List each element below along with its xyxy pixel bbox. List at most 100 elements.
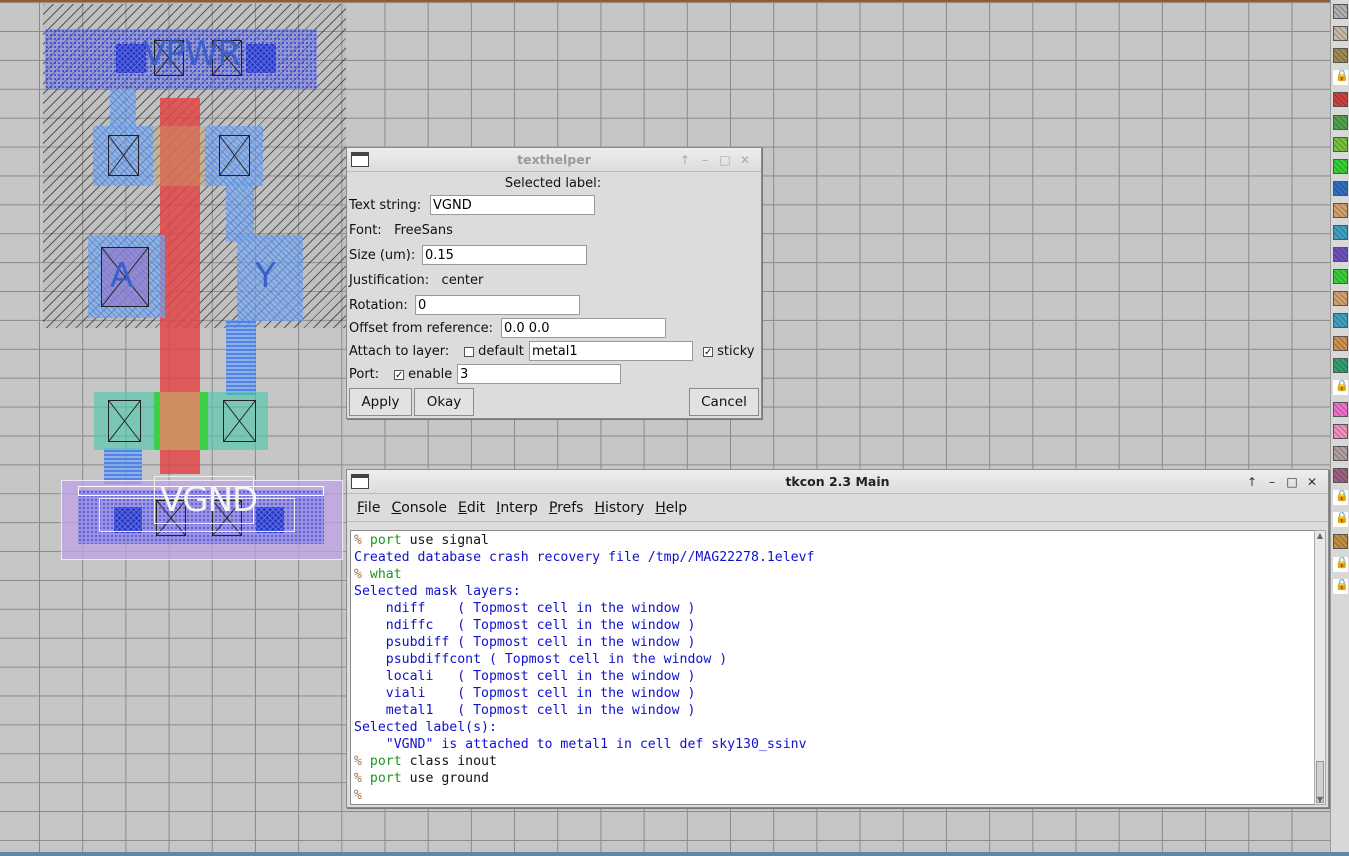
- lock-icon: 🔒: [1335, 577, 1349, 591]
- layer-lock-icon[interactable]: 🔒: [1333, 379, 1349, 395]
- apply-button[interactable]: Apply: [349, 388, 412, 416]
- layer-swatch[interactable]: [1333, 48, 1348, 64]
- shade-icon[interactable]: ↑: [1242, 470, 1262, 494]
- layer-swatch[interactable]: [1333, 158, 1348, 174]
- texthelper-heading: Selected label:: [504, 176, 602, 191]
- console-line: Selected mask layers:: [354, 583, 1312, 600]
- console-line: psubdiffcont ( Topmost cell in the windo…: [354, 651, 1312, 668]
- scroll-down-arrow-icon[interactable]: ▼: [1315, 795, 1325, 804]
- scroll-up-arrow-icon[interactable]: ▲: [1315, 531, 1325, 540]
- layer-swatch[interactable]: [1333, 335, 1348, 351]
- texthelper-dialog[interactable]: texthelper ↑ – □ ✕ Selected label: Text str…: [346, 147, 762, 419]
- layer-palette[interactable]: 🔒 🔒 🔒 🔒 🔒 🔒: [1330, 0, 1349, 852]
- layer-swatch[interactable]: [1333, 4, 1348, 19]
- justification-label-text: Justification:: [349, 273, 430, 288]
- layer-swatch[interactable]: [1333, 180, 1348, 196]
- console-output-text: psubdiffcont ( Topmost cell in the windo…: [354, 652, 728, 667]
- offset-label: Offset from reference:: [349, 321, 494, 336]
- rotation-label: Rotation:: [349, 298, 408, 313]
- layer-swatch[interactable]: [1333, 313, 1348, 329]
- default-check-box[interactable]: [464, 346, 474, 357]
- menu-history[interactable]: History: [588, 494, 649, 516]
- layer-swatch[interactable]: [1333, 423, 1348, 439]
- enable-checkbox[interactable]: ✓ enable: [394, 367, 452, 382]
- console-scrollbar[interactable]: ▲ ▼: [1314, 530, 1326, 805]
- layer-swatch[interactable]: [1333, 468, 1348, 484]
- enable-label: enable: [408, 367, 453, 382]
- li-strap-right-lower: [226, 320, 256, 395]
- ndiff-contact-right: [223, 400, 256, 442]
- window-menu-icon[interactable]: [351, 474, 369, 489]
- console-output-text: Selected mask layers:: [354, 584, 521, 599]
- console-command-args: use ground: [401, 771, 489, 786]
- layer-swatch[interactable]: [1333, 401, 1348, 417]
- menu-edit[interactable]: Edit: [452, 494, 490, 516]
- layer-lock-icon[interactable]: 🔒: [1333, 69, 1349, 86]
- justification-value[interactable]: center: [442, 273, 484, 288]
- maximize-icon[interactable]: □: [1282, 470, 1302, 494]
- layer-input[interactable]: [529, 341, 693, 361]
- lock-icon: 🔒: [1335, 511, 1349, 525]
- close-icon[interactable]: ✕: [735, 148, 755, 172]
- layer-swatch[interactable]: [1333, 26, 1348, 42]
- menu-interp[interactable]: Interp: [490, 494, 543, 516]
- console-output-text: Selected label(s):: [354, 720, 497, 735]
- layer-swatch[interactable]: [1333, 269, 1348, 285]
- sticky-checkbox[interactable]: ✓ sticky: [703, 344, 755, 359]
- minimize-icon[interactable]: –: [695, 148, 715, 172]
- console-prompt: %: [354, 754, 370, 769]
- console-output-text: locali ( Topmost cell in the window ): [354, 669, 696, 684]
- layer-swatch[interactable]: [1333, 357, 1348, 373]
- layer-swatch[interactable]: [1333, 202, 1348, 218]
- offset-input[interactable]: [501, 318, 666, 338]
- layer-swatch[interactable]: [1333, 291, 1348, 307]
- default-checkbox[interactable]: default: [464, 344, 524, 359]
- layer-lock-icon[interactable]: 🔒: [1333, 489, 1349, 506]
- layer-lock-icon[interactable]: 🔒: [1333, 577, 1349, 594]
- layer-swatch[interactable]: [1333, 534, 1348, 550]
- layer-swatch[interactable]: [1333, 114, 1348, 130]
- console-command: port: [369, 771, 402, 786]
- vpwr-via-left: [116, 44, 146, 73]
- layer-swatch[interactable]: [1333, 247, 1348, 263]
- console-command-args: use signal: [401, 533, 489, 548]
- pdiff-contact-right-x: [219, 135, 250, 176]
- sticky-check-box[interactable]: ✓: [703, 346, 713, 357]
- rotation-input[interactable]: [415, 295, 580, 315]
- port-index-input[interactable]: [457, 364, 621, 384]
- tkcon-titlebar[interactable]: tkcon 2.3 Main ↑ – □ ✕: [347, 470, 1328, 494]
- minimize-icon[interactable]: –: [1262, 470, 1282, 494]
- layer-swatch[interactable]: [1333, 446, 1348, 461]
- vgnd-label: VGND: [160, 480, 258, 520]
- console-output[interactable]: % port use signal Created database crash …: [350, 530, 1316, 805]
- menu-file[interactable]: File: [351, 494, 385, 516]
- layer-lock-icon[interactable]: 🔒: [1333, 556, 1349, 572]
- font-value: FreeSans: [394, 223, 453, 238]
- menu-help[interactable]: Help: [649, 494, 692, 516]
- layer-swatch[interactable]: [1333, 136, 1348, 152]
- texthelper-titlebar[interactable]: texthelper ↑ – □ ✕: [347, 148, 761, 172]
- close-icon[interactable]: ✕: [1302, 470, 1322, 494]
- maximize-icon[interactable]: □: [715, 148, 735, 172]
- cancel-button[interactable]: Cancel: [689, 388, 759, 416]
- okay-button[interactable]: Okay: [414, 388, 474, 416]
- enable-check-box[interactable]: ✓: [394, 369, 404, 380]
- console-line: Created database crash recovery file /tm…: [354, 549, 1312, 566]
- console-command: what: [369, 567, 402, 582]
- layer-swatch[interactable]: [1333, 225, 1348, 240]
- tkcon-window[interactable]: tkcon 2.3 Main ↑ – □ ✕ File Console Edit Inter…: [346, 469, 1329, 808]
- menu-prefs[interactable]: Prefs: [543, 494, 589, 516]
- text-string-input[interactable]: [430, 195, 595, 215]
- size-input[interactable]: [422, 245, 587, 265]
- console-line: % port class inout: [354, 753, 1312, 770]
- window-menu-icon[interactable]: [351, 152, 369, 167]
- console-output-text: "VGND" is attached to metal1 in cell def…: [354, 737, 807, 752]
- shade-icon[interactable]: ↑: [675, 148, 695, 172]
- font-label-text: Font:: [349, 223, 382, 238]
- layer-swatch[interactable]: [1333, 92, 1348, 108]
- li-strap-left-top: [110, 89, 136, 129]
- console-output-text: psubdiff ( Topmost cell in the window ): [354, 635, 696, 650]
- console-prompt: %: [354, 788, 362, 803]
- menu-console[interactable]: Console: [385, 494, 452, 516]
- layer-lock-icon[interactable]: 🔒: [1333, 511, 1349, 528]
